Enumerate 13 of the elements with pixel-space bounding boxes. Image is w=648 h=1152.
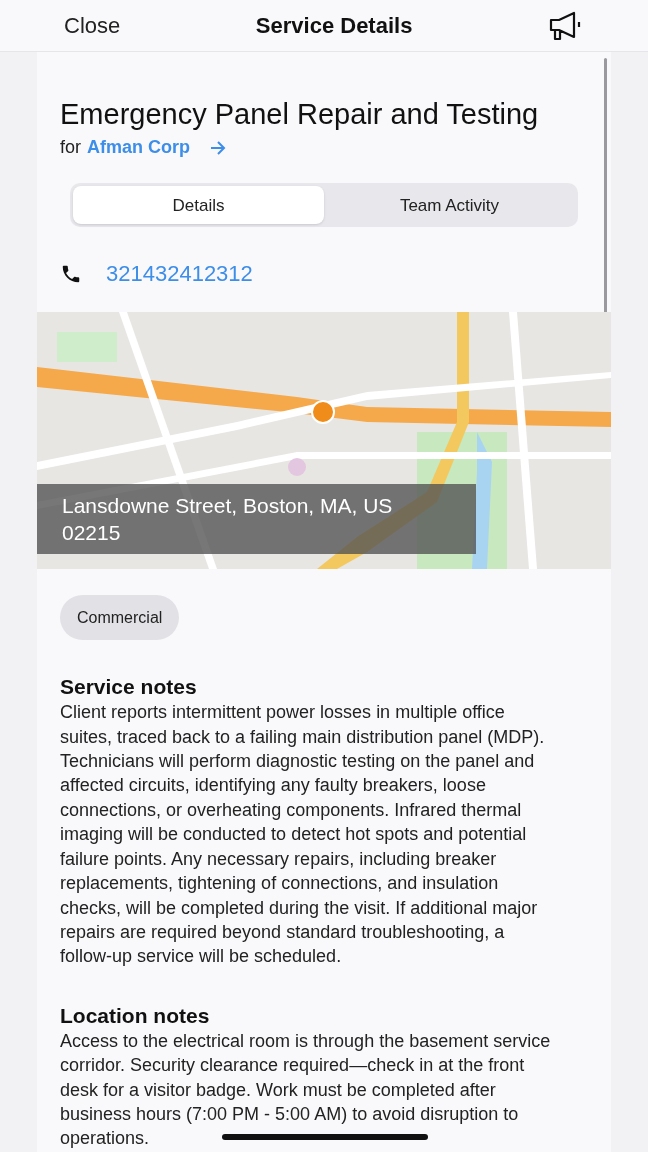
tag: Commercial — [60, 595, 180, 641]
for-label: for — [60, 136, 81, 160]
service-title: Emergency Panel Repair and Testing — [60, 97, 540, 132]
arrow-right-icon[interactable] — [210, 140, 226, 155]
tab[interactable]: Team Activity — [324, 186, 575, 225]
section-heading: Location notes — [60, 1002, 211, 1029]
section-heading: Service notes — [60, 674, 198, 701]
address-overlay: Lansdowne Street, Boston, MA, US 02215 — [37, 484, 476, 555]
close-button[interactable]: Close — [64, 9, 121, 42]
section-text: Client reports intermittent power losses in multiple office suites, traced back to a failing main distribution panel (MDP). Technicians will perform diagnostic testing on the panel and affected circuits, identifying any faulty breakers, loose connections, or overheating components. Infrared thermal imaging will be conducted to detect hot spots and potential failure points. Any necessary repairs, including breaker replacements, tightening of connections, and insulation checks, will be completed during the visit. If additional major repairs are required beyond standard troubleshooting, a follow-up service will be scheduled. — [60, 701, 546, 969]
screen-title: Service Details — [255, 12, 413, 40]
section-text: Access to the electrical room is through the basement service corridor. Security clearance required—check in at the front desk for a visitor badge. Work must be completed after business hours (7:00 PM - 5:00 AM) to avoid disruption to operations. — [60, 1029, 552, 1151]
tab[interactable]: Details — [73, 186, 324, 225]
